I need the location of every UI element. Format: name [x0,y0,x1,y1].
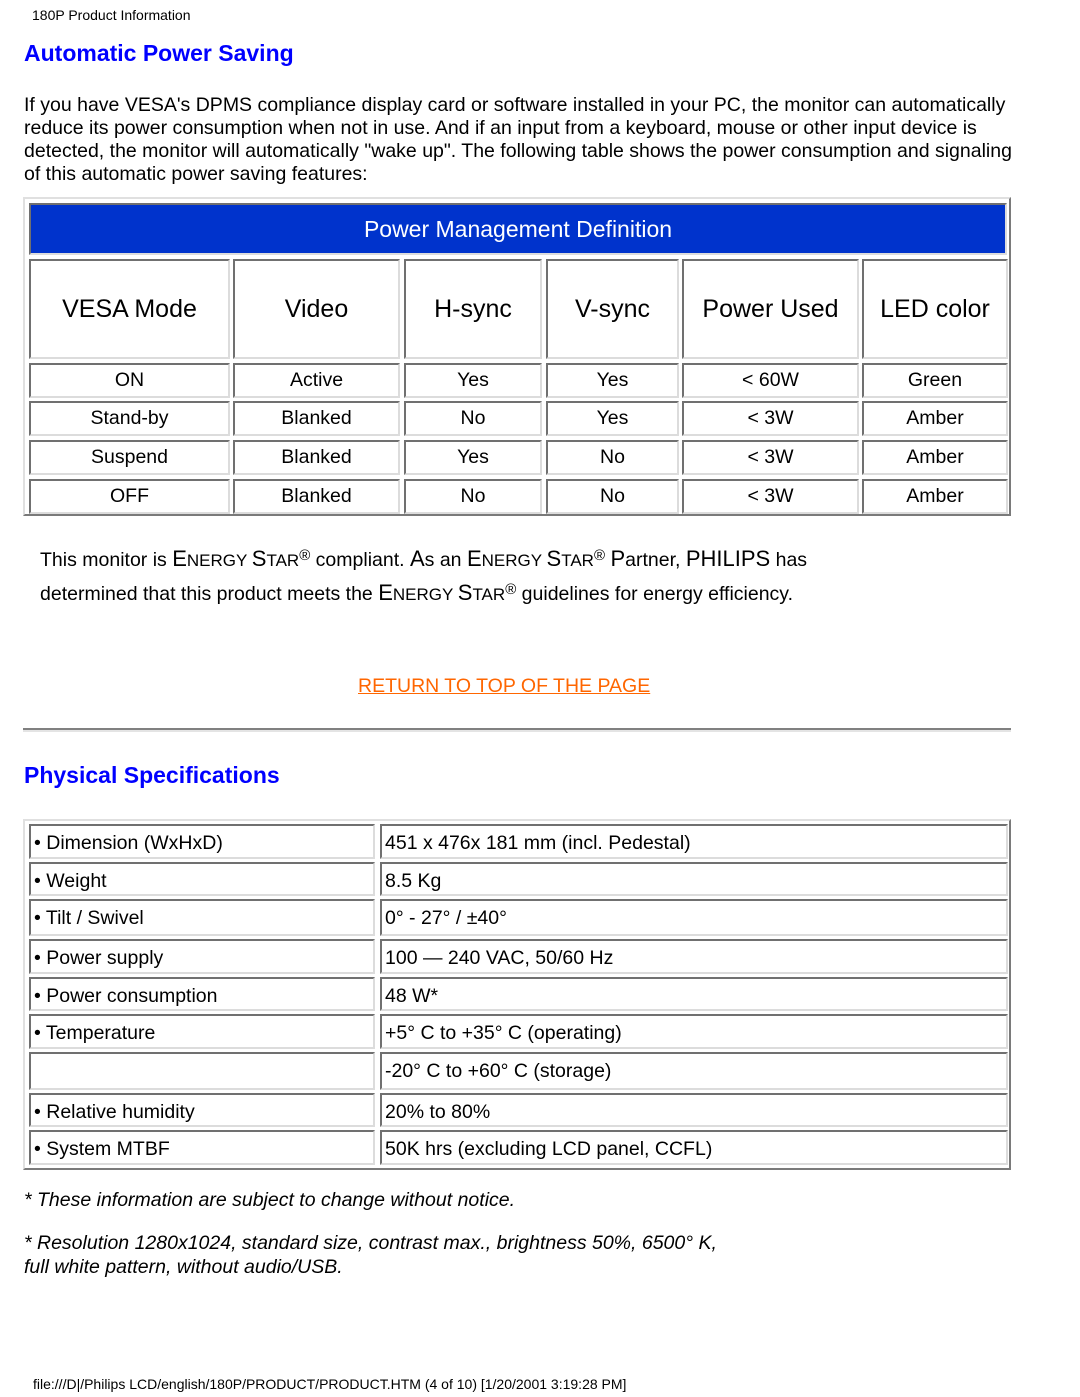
power-table-cell-v-sync: Yes [546,363,679,398]
energy-star-text: determined that this product meets the [40,583,379,605]
energy-star-text: NERGY [481,551,547,570]
power-table-cell-video: Blanked [233,440,400,475]
energy-star-text: E [466,546,482,571]
registered-mark: ® [505,581,517,598]
power-table-cell-power-used: < 3W [682,479,859,514]
energy-star-text: artner, [625,549,686,571]
power-table-cell-vesa-mode: Suspend [29,440,230,475]
energy-star-text: NERGY [186,551,252,570]
spec-value: 50K hrs (excluding LCD panel, CCFL) [380,1130,1008,1165]
energy-star-text: TAR [561,551,594,570]
spec-value: +5° C to +35° C (operating) [380,1014,1008,1049]
energy-star-text: NERGY [392,585,458,604]
power-table-cell-video: Blanked [233,479,400,514]
section-title-automatic-power-saving: Automatic Power Saving [24,40,294,66]
energy-star-text: TAR [472,585,506,604]
spec-label: • Dimension (WxHxD) [29,824,375,859]
energy-star-text: guidelines for energy efficiency. [516,583,794,605]
energy-star-text: S [457,580,473,605]
column-header-vesa-mode: VESA Mode [29,259,230,359]
power-table-cell-power-used: < 3W [682,440,859,475]
energy-star-text: compliant. [310,549,410,571]
power-table-cell-power-used: < 60W [682,363,859,398]
spec-label: • Power consumption [29,977,375,1011]
energy-star-text: TAR [266,551,300,570]
energy-star-text: has [770,549,808,571]
power-management-table: Power Management Definition VESA Mode Vid… [23,197,1011,516]
spec-value: 0° - 27° / ±40° [380,899,1008,936]
power-table-cell-video: Active [233,363,400,398]
energy-star-line-1: This monitor is ENERGY STAR® compliant. … [40,546,808,571]
power-table-cell-h-sync: No [404,479,542,514]
energy-star-text: E [378,580,393,605]
power-table-cell-led-color: Green [862,363,1008,398]
spec-value: 451 x 476x 181 mm (incl. Pedestal) [380,824,1008,859]
spec-label: • Tilt / Swivel [29,899,375,936]
spec-value: 48 W* [380,977,1008,1011]
registered-mark: ® [299,547,311,564]
energy-star-text: This monitor is [40,549,173,571]
change-notice-note: * These information are subject to chang… [24,1189,516,1211]
energy-star-statement: This monitor is ENERGY STAR® compliant. … [40,543,1000,611]
power-table-cell-h-sync: Yes [404,363,542,398]
page-footer-url: file:///D|/Philips LCD/english/180P/PROD… [33,1376,627,1392]
spec-value: 20% to 80% [380,1093,1008,1127]
spec-label: • Power supply [29,939,375,974]
power-table-cell-vesa-mode: ON [29,363,230,398]
spec-label: • Temperature [29,1014,375,1049]
spec-value: 100 — 240 VAC, 50/60 Hz [380,939,1008,974]
power-table-title: Power Management Definition [29,203,1007,255]
spec-value: -20° C to +60° C (storage) [380,1052,1008,1090]
energy-star-text: E [172,546,187,571]
spec-value: 8.5 Kg [380,862,1008,896]
registered-mark: ® [593,547,606,564]
energy-star-text: PHILIPS [685,546,771,571]
power-table-cell-h-sync: Yes [404,440,542,475]
energy-star-text: s an [424,549,467,571]
spec-label [29,1052,375,1090]
power-table-cell-vesa-mode: Stand-by [29,401,230,436]
power-table-cell-vesa-mode: OFF [29,479,230,514]
power-table-cell-led-color: Amber [862,440,1008,475]
energy-star-line-2: determined that this product meets the E… [40,580,794,605]
energy-star-text: S [546,546,562,571]
column-header-v-sync: V-sync [546,259,679,359]
energy-star-text: S [251,546,267,571]
power-table-cell-video: Blanked [233,401,400,436]
power-table-cell-v-sync: Yes [546,401,679,436]
spec-label: • Relative humidity [29,1093,375,1127]
energy-star-text: A [409,546,425,571]
power-table-cell-led-color: Amber [862,401,1008,436]
measurement-conditions-note: * Resolution 1280x1024, standard size, c… [24,1231,717,1279]
spec-label: • Weight [29,862,375,896]
power-table-cell-h-sync: No [404,401,542,436]
page-header: 180P Product Information [32,7,191,23]
measurement-conditions-line-2: full white pattern, without audio/USB. [24,1256,343,1278]
intro-paragraph: If you have VESA's DPMS compliance displ… [24,94,1012,185]
column-header-video: Video [233,259,400,359]
spec-label: • System MTBF [29,1130,375,1165]
power-table-cell-v-sync: No [546,440,679,475]
physical-specifications-table: • Dimension (WxHxD) 451 x 476x 181 mm (in… [23,819,1011,1170]
horizontal-divider [23,728,1011,732]
column-header-led-color: LED color [862,259,1008,359]
section-title-physical-specifications: Physical Specifications [24,762,280,788]
power-table-cell-power-used: < 3W [682,401,859,436]
return-to-top-link[interactable]: RETURN TO TOP OF THE PAGE [358,675,650,698]
measurement-conditions-line-1: * Resolution 1280x1024, standard size, c… [24,1232,717,1254]
energy-star-text: P [610,546,626,571]
column-header-power-used: Power Used [682,259,859,359]
power-table-cell-led-color: Amber [862,479,1008,514]
column-header-h-sync: H-sync [404,259,542,359]
power-table-cell-v-sync: No [546,479,679,514]
